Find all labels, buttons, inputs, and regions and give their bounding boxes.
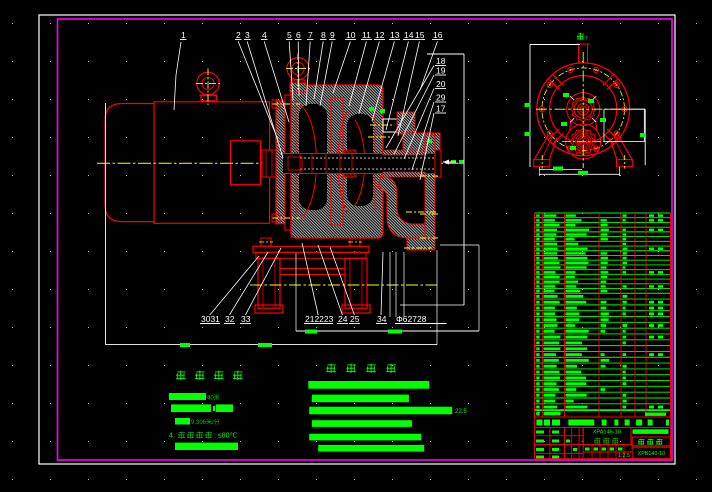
svg-text:7: 7 bbox=[308, 30, 313, 40]
svg-text:13: 13 bbox=[390, 30, 400, 40]
svg-text:1: 1 bbox=[181, 30, 186, 40]
svg-text:17: 17 bbox=[436, 104, 446, 114]
svg-text:XPB140-10: XPB140-10 bbox=[638, 451, 666, 457]
svg-text:12: 12 bbox=[375, 30, 385, 40]
svg-text:: ≤80℃: : ≤80℃ bbox=[214, 433, 238, 440]
svg-text:18: 18 bbox=[436, 56, 446, 66]
svg-text:29: 29 bbox=[436, 93, 446, 103]
svg-text:XPA146-10: XPA146-10 bbox=[593, 430, 621, 436]
svg-text:40米: 40米 bbox=[207, 394, 220, 402]
svg-text:↑: ↑ bbox=[585, 35, 589, 42]
svg-text:1:2.5: 1:2.5 bbox=[618, 453, 630, 459]
svg-text:9.306米/分: 9.306米/分 bbox=[191, 418, 220, 426]
svg-text:25: 25 bbox=[350, 314, 360, 324]
svg-text:8: 8 bbox=[321, 30, 326, 40]
svg-text:10: 10 bbox=[346, 30, 356, 40]
svg-text:24: 24 bbox=[338, 314, 348, 324]
svg-text:212223: 212223 bbox=[305, 314, 334, 324]
svg-text:2: 2 bbox=[236, 30, 241, 40]
svg-text:15: 15 bbox=[415, 30, 425, 40]
svg-text:20: 20 bbox=[436, 79, 446, 89]
svg-text:19: 19 bbox=[436, 66, 446, 76]
svg-text:22.5: 22.5 bbox=[455, 409, 467, 415]
svg-text:3: 3 bbox=[245, 30, 250, 40]
svg-text:32: 32 bbox=[225, 314, 235, 324]
svg-text:11: 11 bbox=[362, 30, 371, 40]
svg-text:14: 14 bbox=[404, 30, 414, 40]
svg-text:4: 4 bbox=[262, 30, 267, 40]
svg-text:33: 33 bbox=[241, 314, 251, 324]
svg-text:6: 6 bbox=[296, 30, 301, 40]
svg-text:9: 9 bbox=[330, 30, 335, 40]
svg-text:5: 5 bbox=[287, 30, 292, 40]
svg-text:16: 16 bbox=[433, 30, 443, 40]
svg-text:Φ62728: Φ62728 bbox=[396, 314, 427, 324]
svg-text:34: 34 bbox=[377, 314, 387, 324]
svg-text:4.: 4. bbox=[169, 433, 175, 440]
svg-text:3031: 3031 bbox=[201, 314, 220, 324]
